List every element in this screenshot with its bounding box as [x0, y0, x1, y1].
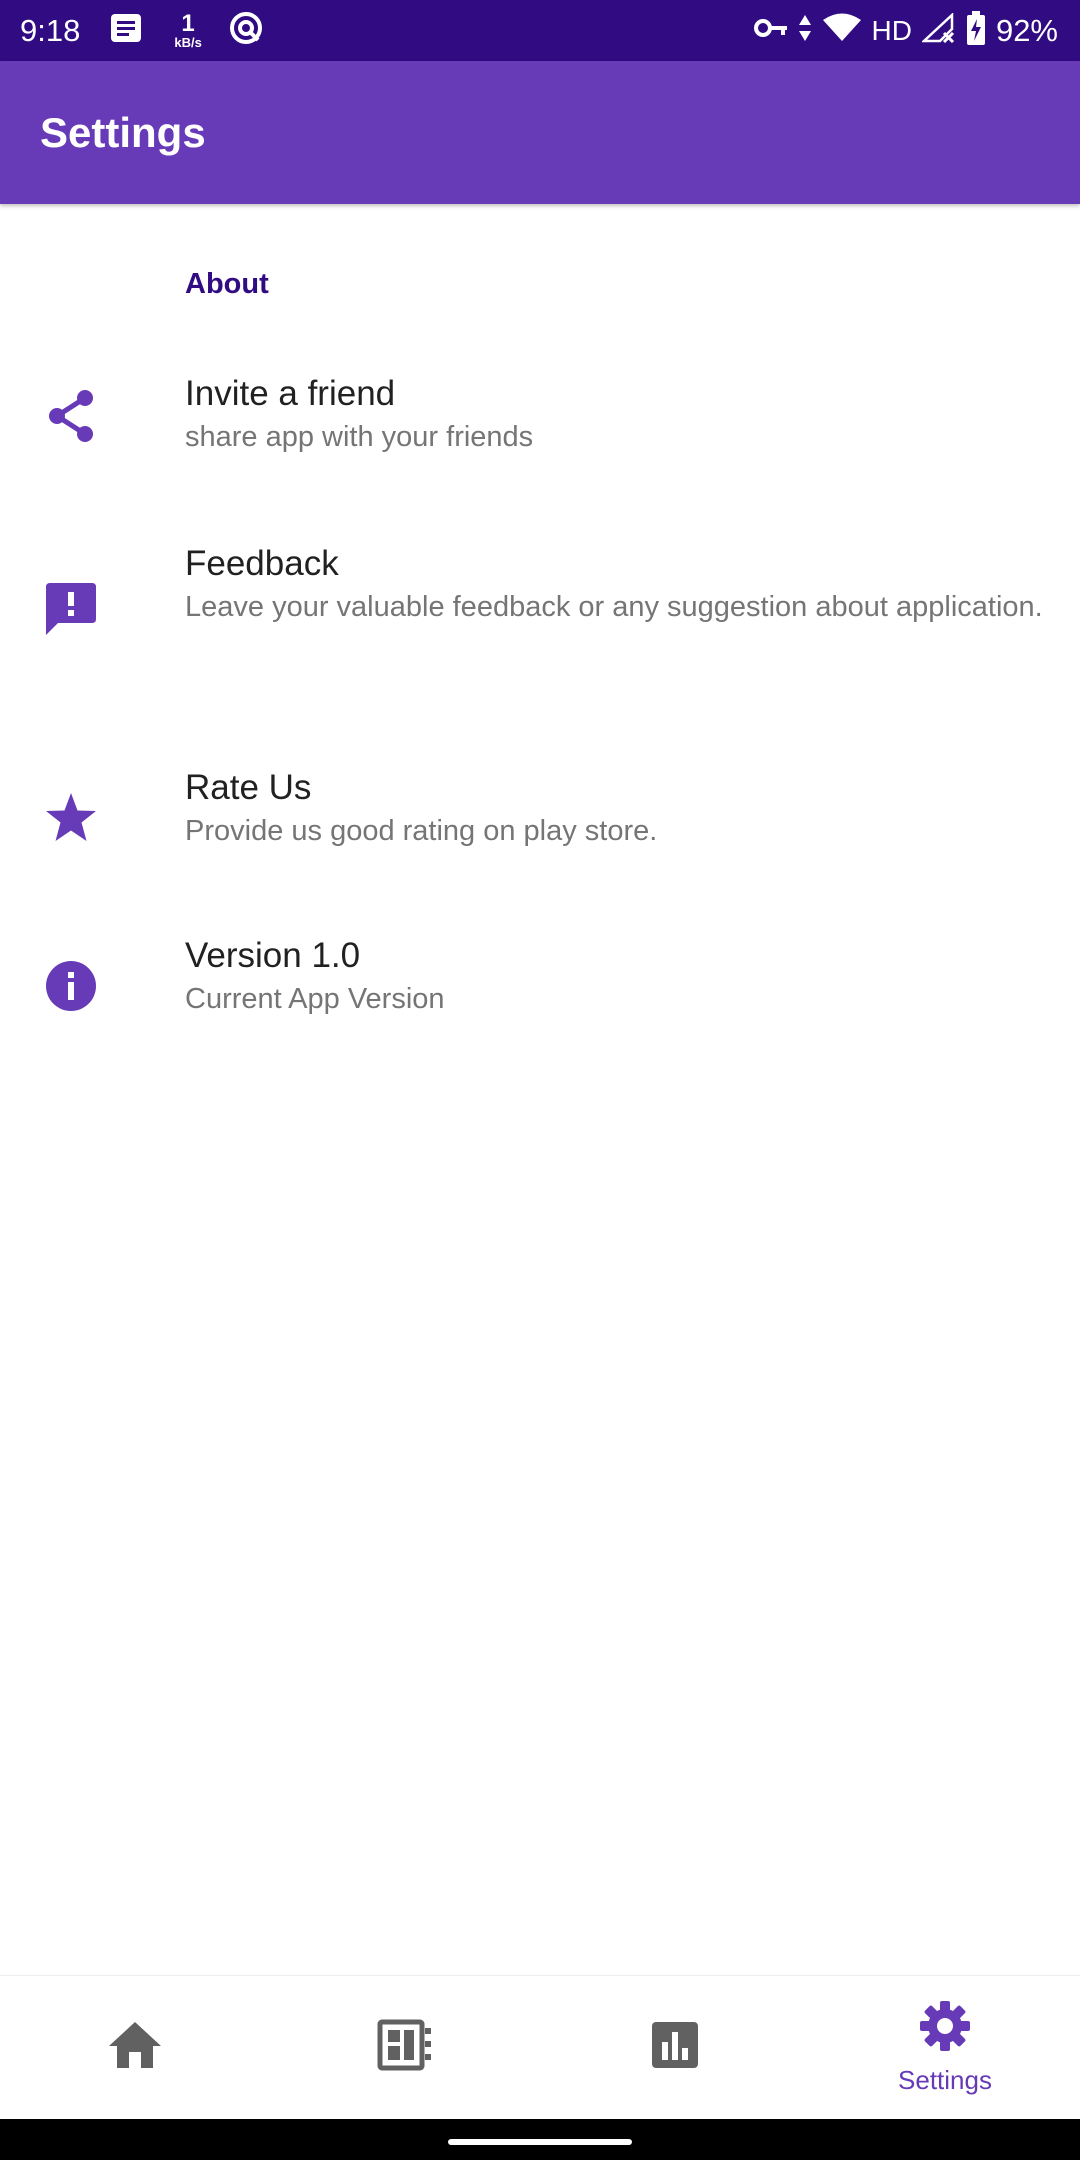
share-icon	[40, 385, 102, 447]
section-header-about: About	[185, 268, 269, 300]
bottom-navigation: Settings	[0, 1975, 1080, 2119]
status-bar: 9:18 1 kB/s HD 92%	[0, 0, 1080, 61]
dashboard-icon	[377, 2019, 433, 2076]
network-type-label: HD	[871, 14, 912, 46]
home-icon	[107, 2020, 163, 2075]
star-icon	[40, 787, 102, 849]
pref-title: Version 1.0	[185, 936, 361, 975]
vpn-key-icon	[753, 18, 788, 43]
info-icon	[40, 955, 102, 1017]
net-speed-value: 1	[181, 10, 195, 37]
pref-title: Feedback	[185, 544, 339, 583]
pref-summary: share app with your friends	[185, 421, 534, 453]
net-speed-unit: kB/s	[174, 35, 202, 50]
app-bar: Settings	[0, 61, 1080, 204]
feedback-icon	[40, 577, 102, 639]
nav-dashboard[interactable]	[270, 1976, 540, 2119]
pref-invite-friend[interactable]: Invite a friend share app with your frie…	[0, 344, 1080, 489]
chart-icon	[650, 2020, 700, 2075]
system-gesture-bar	[0, 2119, 1080, 2160]
pref-title: Invite a friend	[185, 374, 396, 413]
nav-home[interactable]	[0, 1976, 270, 2119]
pref-feedback[interactable]: Feedback Leave your valuable feedback or…	[0, 524, 1080, 714]
net-speed: 1 kB/s	[174, 10, 202, 50]
pref-version[interactable]: Version 1.0 Current App Version	[0, 914, 1080, 1059]
pref-summary: Current App Version	[185, 983, 445, 1015]
status-right: HD 92%	[744, 11, 1058, 50]
status-left: 9:18 1 kB/s	[20, 10, 264, 51]
gear-icon	[919, 2000, 971, 2057]
home-gesture-handle[interactable]	[448, 2139, 632, 2145]
message-notification-icon	[110, 13, 142, 48]
signal-icon	[920, 12, 956, 48]
battery-percent: 92%	[995, 12, 1058, 48]
pref-title: Rate Us	[185, 768, 312, 807]
nav-settings-label: Settings	[898, 2064, 992, 2095]
pref-rate-us[interactable]: Rate Us Provide us good rating on play s…	[0, 744, 1080, 889]
nav-stats[interactable]	[540, 1976, 810, 2119]
pref-summary: Provide us good rating on play store.	[185, 815, 658, 847]
battery-icon	[966, 11, 986, 50]
pref-summary: Leave your valuable feedback or any sugg…	[185, 591, 1043, 623]
status-time: 9:18	[20, 12, 81, 48]
data-arrows-icon	[798, 13, 812, 48]
page-title: Settings	[40, 108, 206, 156]
data-saver-icon	[228, 10, 264, 51]
nav-settings[interactable]: Settings	[810, 1976, 1080, 2119]
wifi-icon	[822, 13, 862, 48]
